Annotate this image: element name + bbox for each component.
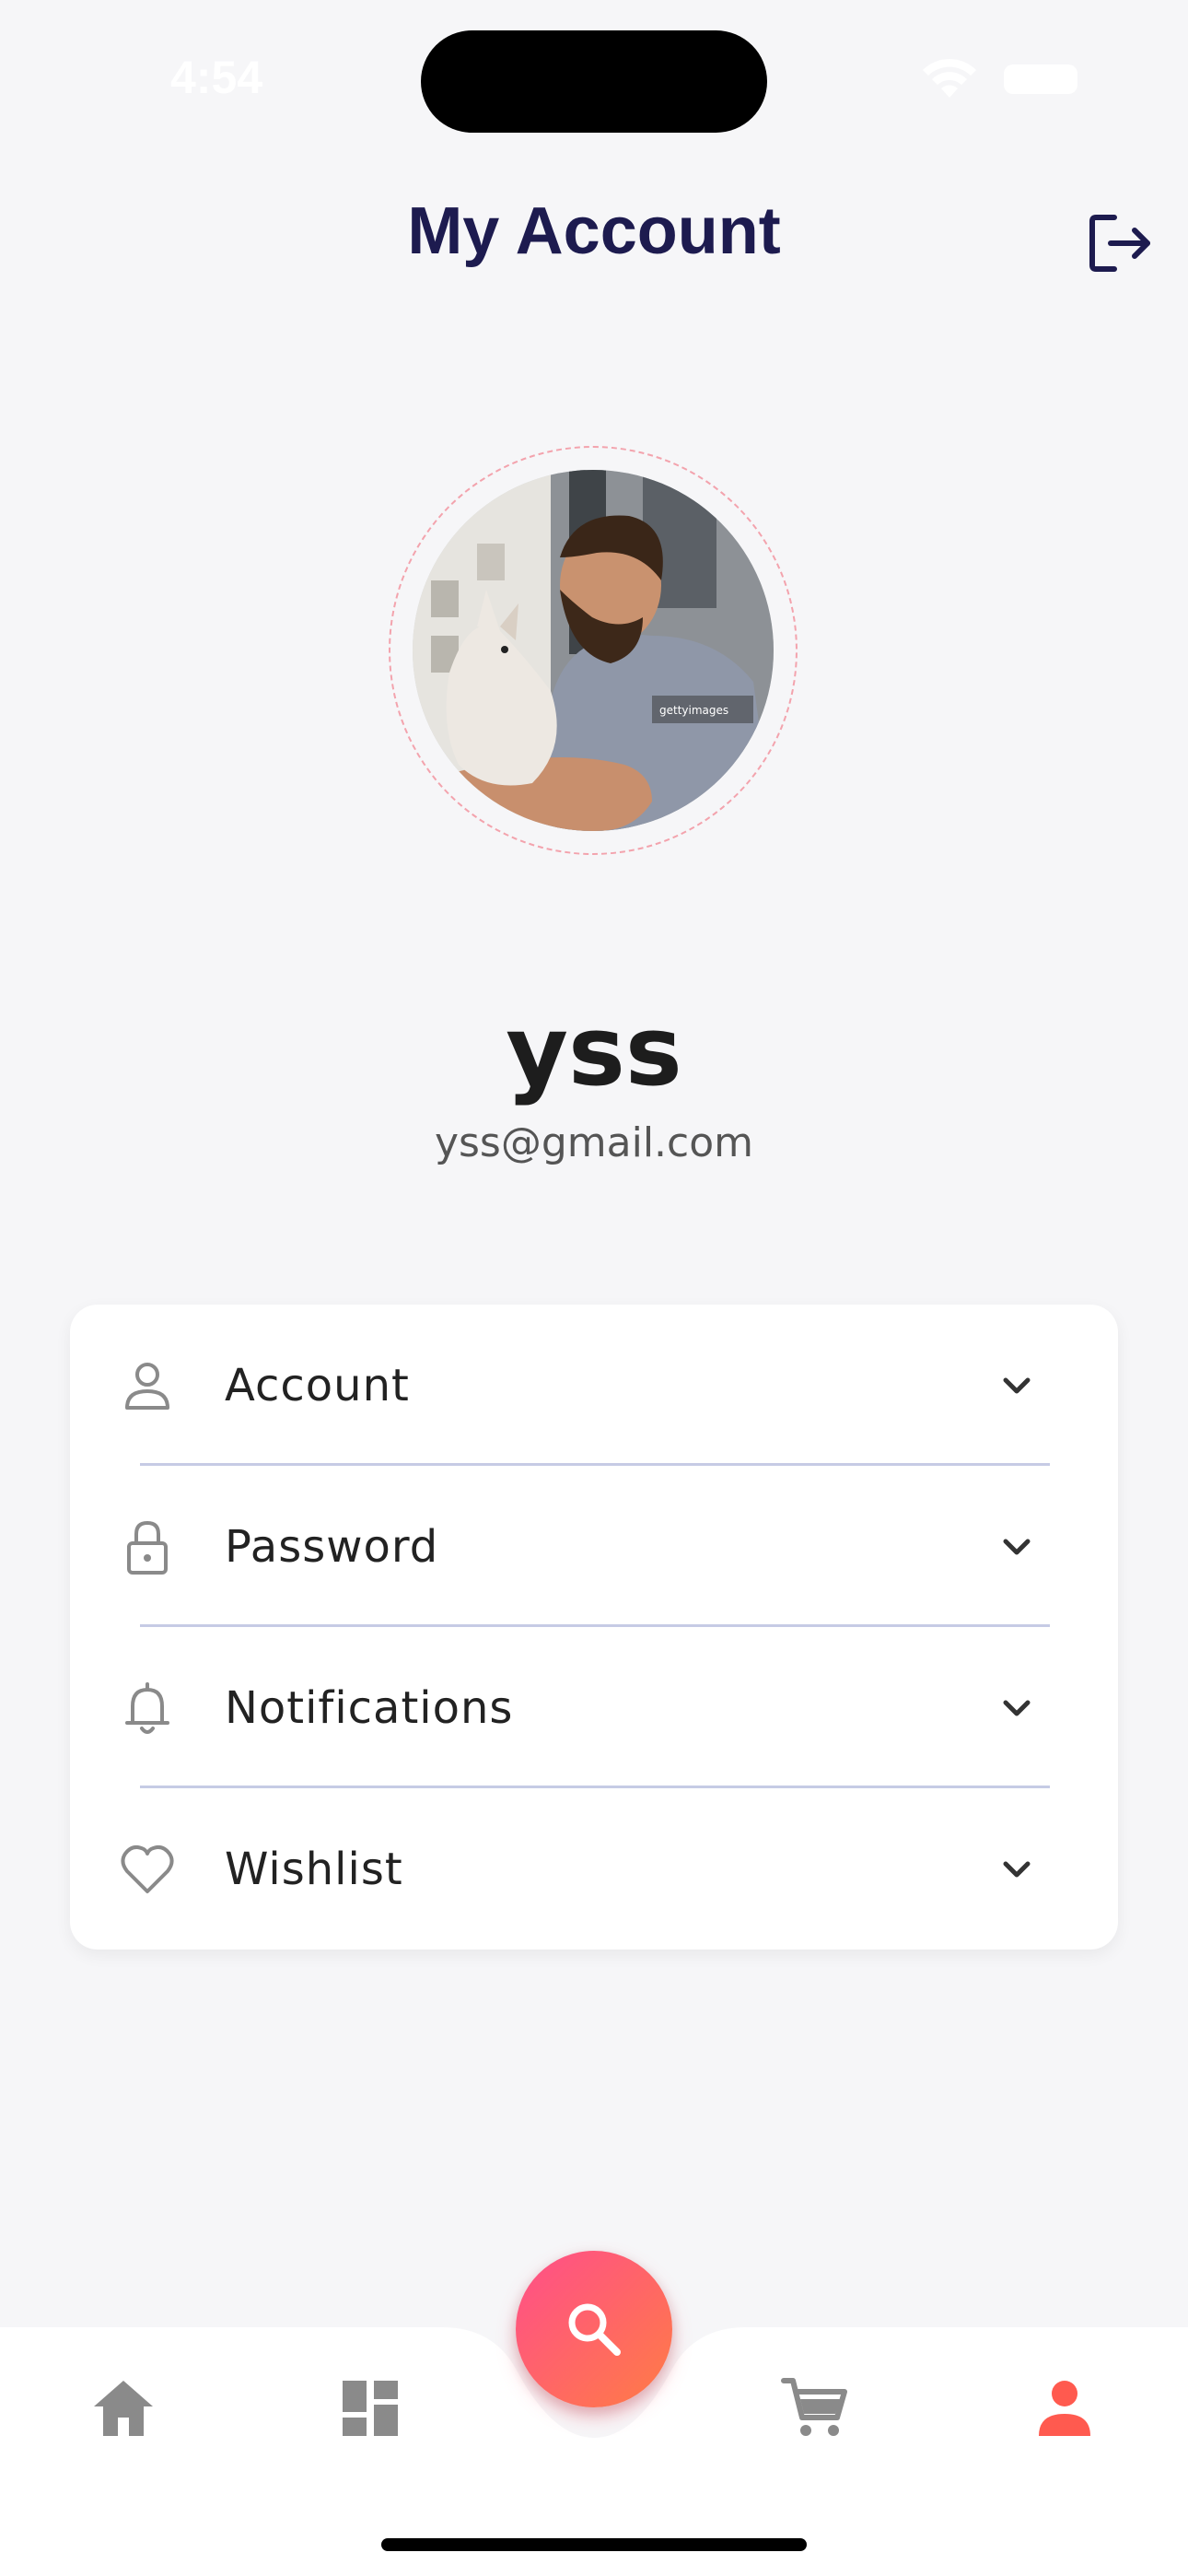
home-indicator [381, 2538, 807, 2551]
page-title: My Account [407, 194, 781, 268]
lock-icon [127, 1520, 168, 1575]
avatar[interactable]: gettyimages [413, 470, 774, 831]
user-email: yss@gmail.com [434, 1119, 754, 1166]
account-menu-card: Account Password Notifications Wishlist [70, 1305, 1118, 1950]
search-fab-button[interactable] [516, 2251, 672, 2407]
menu-item-account[interactable]: Account [70, 1305, 1118, 1466]
battery-icon [1004, 64, 1077, 94]
profile-nav-person-icon[interactable] [1028, 2371, 1101, 2445]
menu-item-password[interactable]: Password [70, 1466, 1118, 1627]
menu-item-label: Notifications [225, 1681, 514, 1734]
dashboard-icon[interactable] [333, 2371, 407, 2445]
menu-item-notifications[interactable]: Notifications [70, 1627, 1118, 1788]
dynamic-island [421, 30, 767, 133]
person-icon [125, 1362, 169, 1410]
status-time: 4:54 [170, 52, 263, 103]
chevron-down-icon[interactable] [995, 1364, 1039, 1408]
svg-text:gettyimages: gettyimages [659, 704, 728, 717]
bell-icon [125, 1681, 169, 1734]
chevron-down-icon[interactable] [995, 1686, 1039, 1730]
avatar-image: gettyimages [413, 470, 774, 831]
menu-item-label: Account [225, 1359, 410, 1411]
chevron-down-icon[interactable] [995, 1525, 1039, 1569]
user-name: yss [506, 995, 682, 1107]
logout-icon[interactable] [1087, 210, 1153, 276]
home-icon[interactable] [87, 2371, 160, 2445]
menu-item-label: Wishlist [225, 1843, 403, 1895]
chevron-down-icon[interactable] [995, 1847, 1039, 1891]
menu-item-label: Password [225, 1520, 439, 1573]
heart-icon [121, 1844, 174, 1893]
menu-item-wishlist[interactable]: Wishlist [70, 1788, 1118, 1950]
status-bar: 4:54 [0, 0, 1188, 157]
wifi-icon [923, 58, 976, 98]
search-icon [568, 2303, 621, 2356]
cart-icon[interactable] [778, 2371, 852, 2445]
